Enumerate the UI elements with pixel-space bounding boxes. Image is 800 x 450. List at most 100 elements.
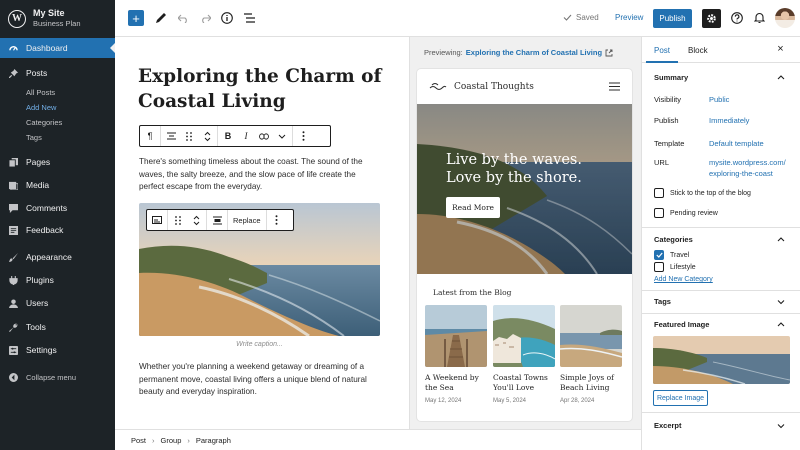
undo-button[interactable] [175, 10, 191, 26]
menu-item-feedback[interactable]: Feedback [0, 220, 115, 240]
list-view-button[interactable] [241, 10, 257, 26]
saved-label: Saved [576, 13, 599, 22]
waves-logo-icon [429, 83, 447, 90]
hamburger-menu-icon[interactable] [609, 82, 620, 91]
pages-icon [9, 157, 18, 167]
more-vertical-icon[interactable] [298, 131, 308, 141]
submenu-tags[interactable]: Tags [26, 133, 42, 142]
chevron-up-icon[interactable] [777, 235, 785, 243]
featured-image-thumbnail[interactable] [653, 336, 790, 384]
submenu-categories[interactable]: Categories [26, 118, 62, 127]
blog-post-card[interactable]: Simple Joys of Beach Living Apr 28, 2024 [560, 305, 622, 404]
menu-item-settings[interactable]: Settings [0, 340, 115, 360]
settings-toggle-button[interactable] [702, 9, 721, 28]
chevron-down-icon[interactable] [777, 298, 785, 306]
site-plan: Business Plan [33, 19, 81, 28]
template-value[interactable]: Default template [709, 138, 764, 149]
pending-checkbox-row[interactable]: Pending review [654, 208, 718, 218]
category-travel-checkbox[interactable] [654, 250, 664, 260]
post-thumbnail-coastal-town [493, 305, 555, 367]
tools-pen-button[interactable] [153, 10, 169, 26]
align-icon[interactable] [166, 131, 176, 141]
preview-button[interactable]: Preview [615, 13, 643, 22]
block-type-group: ¶ [140, 126, 161, 146]
blog-post-card[interactable]: A Weekend by the Sea May 12, 2024 [425, 305, 487, 404]
site-header[interactable]: W My Site Business Plan [0, 0, 115, 37]
submenu-all-posts[interactable]: All Posts [26, 88, 55, 97]
replace-featured-image-button[interactable]: Replace Image [653, 390, 708, 406]
previewing-link[interactable]: Exploring the Charm of Coastal Living [466, 48, 602, 57]
visibility-value[interactable]: Public [709, 94, 729, 105]
url-value[interactable]: mysite.wordpress.com/ exploring-the-coas… [709, 157, 786, 179]
menu-item-plugins[interactable]: Plugins [0, 270, 115, 290]
drag-handle-icon[interactable] [173, 215, 183, 225]
post-title[interactable]: Exploring the Charm of Coastal Living [138, 64, 388, 114]
move-up-down-icon[interactable] [202, 131, 212, 141]
read-more-button[interactable]: Read More [446, 197, 500, 218]
redo-button[interactable] [197, 10, 213, 26]
pending-review-checkbox[interactable] [654, 208, 664, 218]
sticky-checkbox-row[interactable]: Stick to the top of the blog [654, 188, 751, 198]
category-lifestyle-checkbox[interactable] [654, 262, 664, 272]
add-new-category-link[interactable]: Add New Category [654, 276, 713, 283]
chevron-up-icon[interactable] [777, 320, 785, 328]
menu-item-users[interactable]: Users [0, 293, 115, 313]
categories-heading[interactable]: Categories [654, 235, 693, 244]
drag-handle-icon[interactable] [184, 131, 194, 141]
paragraph-1[interactable]: There's something timeless about the coa… [139, 156, 377, 194]
post-date: May 5, 2024 [493, 398, 527, 404]
publish-date-value[interactable]: Immediately [709, 115, 749, 126]
close-icon[interactable]: × [775, 44, 786, 55]
menu-item-appearance[interactable]: Appearance [0, 247, 115, 267]
menu-label-settings: Settings [26, 345, 57, 355]
user-icon [9, 298, 18, 308]
help-button[interactable] [729, 10, 745, 26]
tab-block[interactable]: Block [688, 46, 708, 55]
tags-heading[interactable]: Tags [654, 297, 671, 306]
collapse-menu-label: Collapse menu [26, 372, 77, 382]
blog-post-card[interactable]: Coastal Towns You'll Love May 5, 2024 [493, 305, 555, 404]
replace-image-button[interactable]: Replace [233, 216, 261, 225]
summary-heading[interactable]: Summary [654, 73, 688, 82]
add-block-button[interactable]: + [128, 10, 144, 26]
more-vertical-icon[interactable] [272, 215, 282, 225]
details-button[interactable] [219, 10, 235, 26]
collapse-menu-button[interactable]: Collapse menu [0, 367, 115, 387]
tab-post[interactable]: Post [654, 46, 670, 55]
paragraph-icon[interactable]: ¶ [145, 131, 155, 141]
settings-sidebar: Post Block × Summary Visibility Public P… [641, 37, 800, 450]
category-lifestyle-row[interactable]: Lifestyle [654, 262, 696, 272]
align-center-icon[interactable] [212, 215, 222, 225]
chevron-up-icon[interactable] [777, 73, 785, 81]
chevron-down-icon[interactable] [777, 422, 785, 430]
category-travel-row[interactable]: Travel [654, 250, 689, 260]
menu-item-posts[interactable]: Posts [0, 63, 115, 83]
menu-item-pages[interactable]: Pages [0, 152, 115, 172]
menu-item-dashboard[interactable]: Dashboard [0, 38, 115, 58]
external-link-icon[interactable] [605, 49, 613, 57]
image-block-icon[interactable] [152, 215, 162, 225]
breadcrumb-group[interactable]: Group [161, 436, 182, 445]
breadcrumb-paragraph[interactable]: Paragraph [196, 436, 231, 445]
pending-label: Pending review [670, 209, 718, 217]
move-up-down-icon[interactable] [191, 215, 201, 225]
sticky-checkbox[interactable] [654, 188, 664, 198]
italic-icon[interactable]: I [241, 131, 251, 141]
link-icon[interactable] [259, 131, 269, 141]
featured-image-heading[interactable]: Featured Image [654, 320, 709, 329]
bold-icon[interactable]: B [223, 131, 233, 141]
paragraph-2[interactable]: Whether you're planning a weekend getawa… [139, 361, 377, 399]
image-caption-field[interactable]: Write caption... [139, 341, 380, 348]
chevron-down-icon[interactable] [277, 131, 287, 141]
notifications-button[interactable] [751, 10, 767, 26]
menu-item-media[interactable]: Media [0, 175, 115, 195]
publish-button[interactable]: Publish [653, 9, 692, 28]
menu-item-comments[interactable]: Comments [0, 198, 115, 218]
dashboard-icon [9, 45, 18, 51]
breadcrumb-post[interactable]: Post [131, 436, 146, 445]
user-avatar[interactable] [775, 8, 795, 28]
excerpt-heading[interactable]: Excerpt [654, 421, 682, 430]
submenu-add-new[interactable]: Add New [26, 103, 56, 112]
menu-item-tools[interactable]: Tools [0, 317, 115, 337]
divider [642, 227, 800, 228]
